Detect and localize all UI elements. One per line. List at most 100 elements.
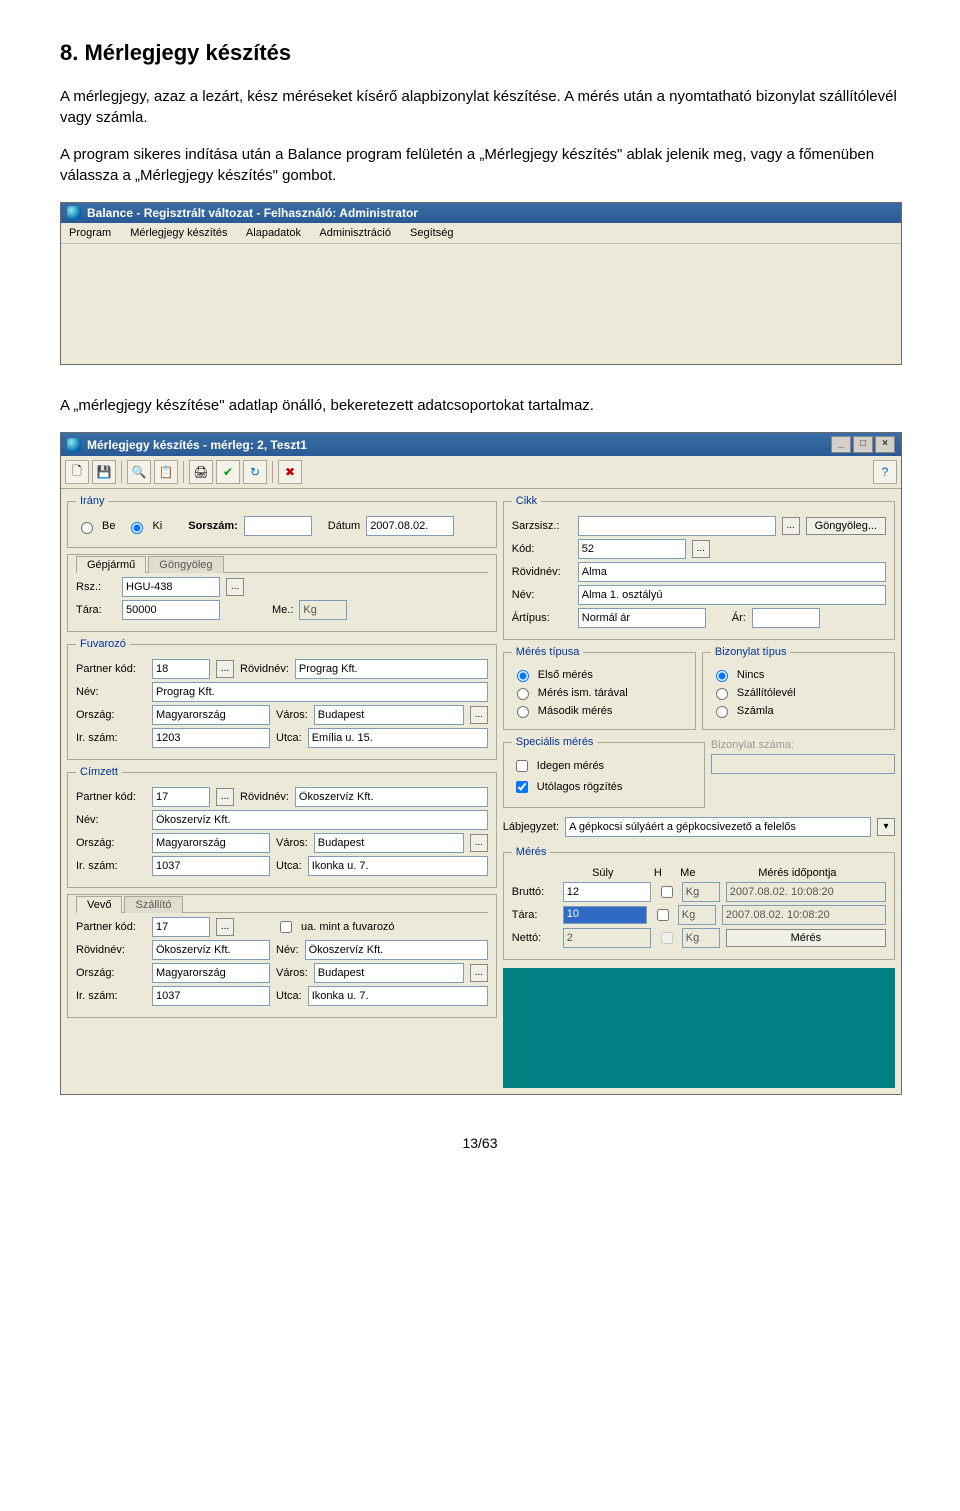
- toolbar-refresh-icon[interactable]: ↻: [243, 460, 267, 484]
- datum-input[interactable]: [366, 516, 454, 536]
- cikk-rn-input[interactable]: [578, 562, 886, 582]
- rsz-input[interactable]: [122, 577, 220, 597]
- meres-button[interactable]: Mérés: [726, 929, 886, 947]
- merestipus-elso-radio[interactable]: [517, 670, 529, 682]
- tab-szallito[interactable]: Szállító: [124, 896, 182, 913]
- vevo-orszag-input[interactable]: [152, 963, 270, 983]
- cimzett-legend: Címzett: [76, 766, 122, 778]
- menu-alapadatok[interactable]: Alapadatok: [246, 227, 301, 239]
- fuvarozo-utca-input[interactable]: [308, 728, 488, 748]
- fuvarozo-nev-label: Név:: [76, 686, 146, 698]
- cimzett-pk-lookup[interactable]: ...: [216, 788, 234, 806]
- toolbar-ok-icon[interactable]: ✔: [216, 460, 240, 484]
- fuvarozo-pk-lookup[interactable]: ...: [216, 660, 234, 678]
- sorszam-input[interactable]: [244, 516, 312, 536]
- fuvarozo-rn-input[interactable]: [295, 659, 488, 679]
- merestipus-ism-radio[interactable]: [517, 688, 529, 700]
- tara-label: Tára:: [76, 604, 116, 616]
- fuvarozo-ir-input[interactable]: [152, 728, 270, 748]
- brutto-time: [726, 882, 886, 902]
- merestipus-masodik-radio[interactable]: [517, 706, 529, 718]
- cimzett-orszag-input[interactable]: [152, 833, 270, 853]
- close-button[interactable]: ×: [875, 436, 895, 453]
- sarzs-lookup[interactable]: ...: [782, 517, 800, 535]
- bizonylat-szallito-radio[interactable]: [716, 688, 728, 700]
- irany-legend: Irány: [76, 495, 108, 507]
- fuvarozo-varos-label: Város:: [276, 709, 308, 721]
- rsz-label: Rsz.:: [76, 581, 116, 593]
- tara-h-check[interactable]: [657, 909, 669, 921]
- meres-tara-input[interactable]: 10: [563, 906, 647, 924]
- gongyoleg-button[interactable]: Göngyöleg...: [806, 517, 886, 535]
- vevo-nev-input[interactable]: [305, 940, 488, 960]
- bizonylat-szamla-radio[interactable]: [716, 706, 728, 718]
- toolbar-find-icon[interactable]: 🔍: [127, 460, 151, 484]
- sarzs-input[interactable]: [578, 516, 776, 536]
- menu-merlegjegy[interactable]: Mérlegjegy készítés: [130, 227, 227, 239]
- cikk-nev-input[interactable]: [578, 585, 886, 605]
- minimize-button[interactable]: _: [831, 436, 851, 453]
- menu-program[interactable]: Program: [69, 227, 111, 239]
- vevo-pk-input[interactable]: [152, 917, 210, 937]
- vevo-rn-input[interactable]: [152, 940, 270, 960]
- labjegyzet-dropdown[interactable]: ▾: [877, 818, 895, 836]
- menu-adminisztracio[interactable]: Adminisztráció: [319, 227, 391, 239]
- fuvarozo-nev-input[interactable]: [152, 682, 488, 702]
- cimzett-pk-input[interactable]: [152, 787, 210, 807]
- sorszam-label: Sorszám:: [188, 520, 238, 532]
- fuvarozo-utca-label: Utca:: [276, 732, 302, 744]
- bizonylat-nincs-radio[interactable]: [716, 670, 728, 682]
- fuvarozo-ir-label: Ir. szám:: [76, 732, 146, 744]
- fuvarozo-varos-input[interactable]: [314, 705, 464, 725]
- rsz-lookup-button[interactable]: ...: [226, 578, 244, 596]
- tara-input[interactable]: [122, 600, 220, 620]
- irany-ki-radio[interactable]: [131, 522, 143, 534]
- vevo-utca-input[interactable]: [308, 986, 488, 1006]
- spec-idegen-label: Idegen mérés: [537, 760, 604, 772]
- labjegyzet-input[interactable]: [565, 817, 871, 837]
- merestipus-masodik-label: Második mérés: [538, 705, 613, 717]
- app-icon: [67, 438, 81, 452]
- kod-input[interactable]: [578, 539, 686, 559]
- tab-gepjarmu[interactable]: Gépjármű: [76, 556, 146, 573]
- toolbar-clipboard-icon[interactable]: 📋: [154, 460, 178, 484]
- cimzett-varos-input[interactable]: [314, 833, 464, 853]
- vevo-pk-lookup[interactable]: ...: [216, 918, 234, 936]
- brutto-me: [682, 882, 720, 902]
- maximize-button[interactable]: □: [853, 436, 873, 453]
- fuvarozo-orszag-input[interactable]: [152, 705, 270, 725]
- brutto-input[interactable]: [563, 882, 651, 902]
- kod-lookup[interactable]: ...: [692, 540, 710, 558]
- cikk-rn-label: Rövidnév:: [512, 566, 572, 578]
- vevo-pk-label: Partner kód:: [76, 921, 146, 933]
- vevo-varos-lookup[interactable]: ...: [470, 964, 488, 982]
- ar-input[interactable]: [752, 608, 820, 628]
- toolbar: 🗋 💾 🔍 📋 🖨 ✔ ↻ ✖ ?: [61, 456, 901, 489]
- cimzett-ir-input[interactable]: [152, 856, 270, 876]
- fuvarozo-legend: Fuvarozó: [76, 638, 130, 650]
- vevo-ir-input[interactable]: [152, 986, 270, 1006]
- fuvarozo-varos-lookup[interactable]: ...: [470, 706, 488, 724]
- labjegyzet-label: Lábjegyzet:: [503, 821, 559, 833]
- artipus-input[interactable]: [578, 608, 706, 628]
- cimzett-rn-input[interactable]: [295, 787, 488, 807]
- spec-idegen-check[interactable]: [516, 760, 528, 772]
- vevo-ua-check[interactable]: [280, 921, 292, 933]
- irany-be-radio[interactable]: [81, 522, 93, 534]
- cimzett-utca-input[interactable]: [308, 856, 488, 876]
- toolbar-new-icon[interactable]: 🗋: [65, 460, 89, 484]
- cimzett-varos-lookup[interactable]: ...: [470, 834, 488, 852]
- brutto-h-check[interactable]: [661, 886, 673, 898]
- toolbar-print-icon[interactable]: 🖨: [189, 460, 213, 484]
- fuvarozo-pk-input[interactable]: [152, 659, 210, 679]
- vevo-varos-input[interactable]: [314, 963, 464, 983]
- tab-vevo[interactable]: Vevő: [76, 896, 122, 913]
- toolbar-help-icon[interactable]: ?: [873, 460, 897, 484]
- cimzett-nev-input[interactable]: [152, 810, 488, 830]
- spec-utolagos-check[interactable]: [516, 781, 528, 793]
- tab-gongyoleg[interactable]: Göngyöleg: [148, 556, 223, 573]
- me-value: [299, 600, 347, 620]
- toolbar-cancel-icon[interactable]: ✖: [278, 460, 302, 484]
- toolbar-save-icon[interactable]: 💾: [92, 460, 116, 484]
- menu-segitseg[interactable]: Segítség: [410, 227, 453, 239]
